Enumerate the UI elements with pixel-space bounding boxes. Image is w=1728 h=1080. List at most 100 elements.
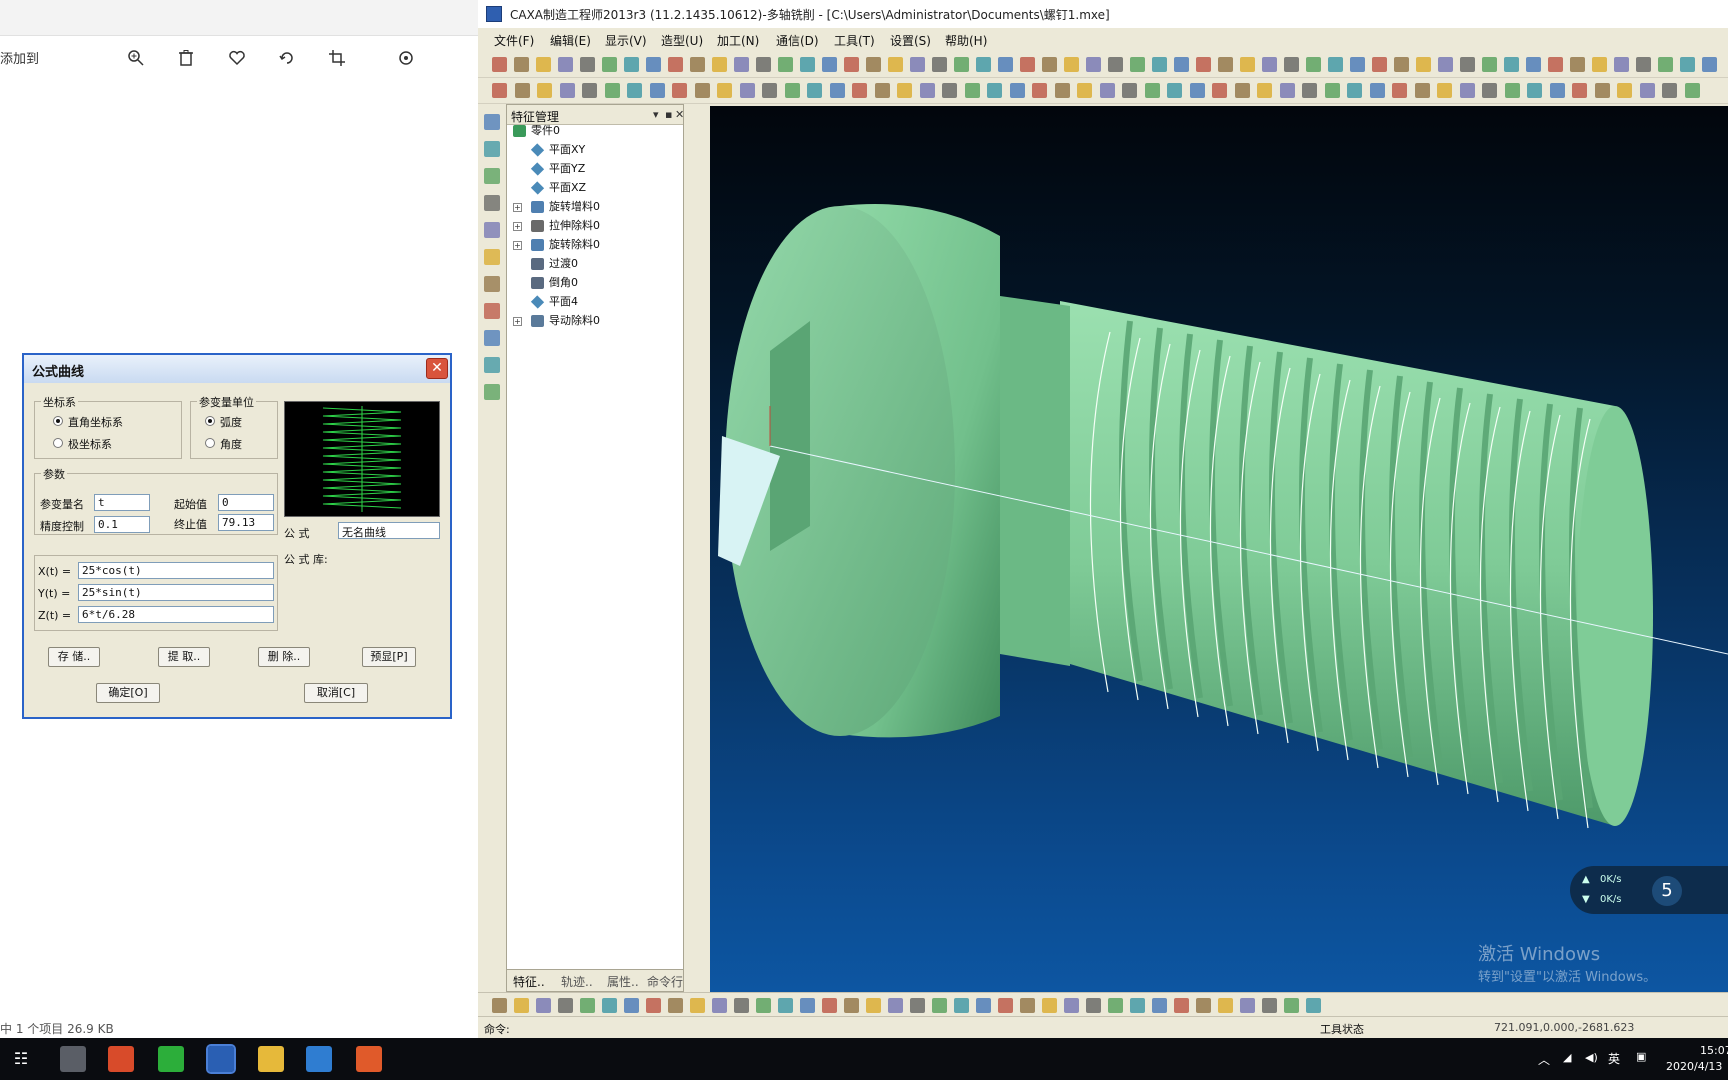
toolbar-button-icon[interactable] — [1438, 57, 1453, 72]
left-tool-icon[interactable] — [484, 249, 500, 265]
toolbar-button-icon[interactable] — [866, 998, 881, 1013]
toolbar-button-icon[interactable] — [829, 83, 845, 98]
menu-tools[interactable]: 工具(T) — [834, 32, 875, 49]
menu-settings[interactable]: 设置(S) — [890, 32, 931, 49]
clock-time[interactable]: 15:07 — [1700, 1044, 1728, 1057]
toolbar-button-icon[interactable] — [1350, 57, 1365, 72]
toolbar-button-icon[interactable] — [822, 57, 837, 72]
task-view-icon[interactable]: ☷ — [8, 1046, 34, 1072]
radio-cartesian[interactable] — [53, 416, 63, 426]
toolbar-button-icon[interactable] — [800, 998, 815, 1013]
toolbar-button-icon[interactable] — [646, 57, 661, 72]
toolbar-button-icon[interactable] — [1144, 83, 1160, 98]
toolbar-button-icon[interactable] — [852, 83, 867, 98]
toolbar-button-icon[interactable] — [1174, 998, 1189, 1013]
toolbar-button-icon[interactable] — [1394, 57, 1409, 72]
tree-node[interactable]: 平面XY — [530, 142, 585, 158]
toolbar-button-icon[interactable] — [690, 57, 705, 72]
toolbar-button-icon[interactable] — [998, 57, 1013, 72]
radio-radian[interactable] — [205, 416, 215, 426]
toolbar-button-icon[interactable] — [580, 998, 595, 1013]
toolbar-button-icon[interactable] — [1218, 57, 1233, 72]
menu-modeling[interactable]: 造型(U) — [661, 32, 703, 49]
toolbar-button-icon[interactable] — [1130, 998, 1145, 1013]
toolbar-button-icon[interactable] — [734, 57, 749, 72]
toolbar-button-icon[interactable] — [888, 57, 903, 72]
toolbar-button-icon[interactable] — [690, 998, 705, 1013]
toolbar-button-icon[interactable] — [1279, 83, 1295, 98]
toolbar-button-icon[interactable] — [1437, 83, 1452, 98]
toolbar-button-icon[interactable] — [784, 83, 800, 98]
toolbar-button-icon[interactable] — [1459, 83, 1475, 98]
more-icon[interactable] — [392, 44, 420, 72]
menu-help[interactable]: 帮助(H) — [945, 32, 987, 49]
zoom-in-icon[interactable] — [122, 44, 150, 72]
toolbar-button-icon[interactable] — [739, 83, 755, 98]
cancel-button[interactable]: 取消[C] — [304, 683, 368, 703]
toolbar-button-icon[interactable] — [604, 83, 620, 98]
toolbar-button-icon[interactable] — [717, 83, 732, 98]
tab-command-line[interactable]: 命令行 — [647, 973, 683, 990]
powerpoint-icon[interactable] — [108, 1046, 134, 1072]
photos-icon[interactable] — [306, 1046, 332, 1072]
tab-toolpaths[interactable]: 轨迹.. — [561, 973, 593, 990]
toolbar-button-icon[interactable] — [624, 57, 639, 72]
toolbar-button-icon[interactable] — [756, 998, 771, 1013]
toolbar-button-icon[interactable] — [514, 83, 530, 98]
toolbar-button-icon[interactable] — [1392, 83, 1407, 98]
toolbar-button-icon[interactable] — [1284, 998, 1299, 1013]
tree-node[interactable]: 过渡0 — [531, 256, 578, 272]
toolbar-button-icon[interactable] — [536, 57, 551, 72]
delete-icon[interactable] — [172, 44, 200, 72]
rotate-icon[interactable] — [273, 44, 301, 72]
toolbar-button-icon[interactable] — [1347, 83, 1362, 98]
toolbar-button-icon[interactable] — [910, 57, 925, 72]
toolbar-button-icon[interactable] — [558, 998, 573, 1013]
var-name-input[interactable]: t — [94, 494, 150, 511]
toolbar-button-icon[interactable] — [897, 83, 912, 98]
caxa-taskbar-icon[interactable] — [206, 1044, 236, 1074]
toolbar-button-icon[interactable] — [537, 83, 552, 98]
toolbar-button-icon[interactable] — [1548, 57, 1563, 72]
toolbar-button-icon[interactable] — [1639, 83, 1655, 98]
menu-edit[interactable]: 编辑(E) — [550, 32, 591, 49]
left-tool-icon[interactable] — [484, 357, 500, 373]
toolbar-button-icon[interactable] — [807, 83, 822, 98]
toolbar-button-icon[interactable] — [1284, 57, 1299, 72]
toolbar-button-icon[interactable] — [1054, 83, 1070, 98]
3d-viewport[interactable]: 激活 Windows 转到"设置"以激活 Windows。 ▲ 0K/s ▼ 0… — [710, 106, 1728, 992]
preview-button[interactable]: 预显[P] — [362, 647, 416, 667]
toolbar-button-icon[interactable] — [668, 998, 683, 1013]
toolbar-button-icon[interactable] — [1572, 83, 1587, 98]
tab-properties[interactable]: 属性.. — [607, 973, 639, 990]
left-tool-icon[interactable] — [484, 276, 500, 292]
toolbar-button-icon[interactable] — [1108, 998, 1123, 1013]
tree-node[interactable]: 平面4 — [530, 294, 578, 310]
menu-view[interactable]: 显示(V) — [605, 32, 647, 49]
toolbar-button-icon[interactable] — [1064, 998, 1079, 1013]
crop-icon[interactable] — [323, 44, 351, 72]
panel-dropdown-icon[interactable]: ▾ — [653, 108, 659, 121]
tree-node[interactable]: 旋转增料0 — [531, 199, 600, 215]
toolbar-button-icon[interactable] — [1617, 83, 1632, 98]
toolbar-button-icon[interactable] — [1020, 998, 1035, 1013]
toolbar-button-icon[interactable] — [624, 998, 639, 1013]
tree-expand-icon[interactable]: + — [513, 317, 522, 326]
toolbar-button-icon[interactable] — [888, 998, 903, 1013]
toolbar-button-icon[interactable] — [1130, 57, 1145, 72]
end-input[interactable]: 79.13 — [218, 514, 274, 531]
toolbar-button-icon[interactable] — [822, 998, 837, 1013]
toolbar-button-icon[interactable] — [1240, 998, 1255, 1013]
toolbar-button-icon[interactable] — [646, 998, 661, 1013]
toolbar-button-icon[interactable] — [1042, 998, 1057, 1013]
app-icon-2[interactable] — [356, 1046, 382, 1072]
toolbar-button-icon[interactable] — [1680, 57, 1695, 72]
tree-expand-icon[interactable]: + — [513, 203, 522, 212]
toolbar-button-icon[interactable] — [582, 83, 597, 98]
delete-button[interactable]: 删 除.. — [258, 647, 310, 667]
toolbar-button-icon[interactable] — [1262, 57, 1277, 72]
toolbar-button-icon[interactable] — [1086, 57, 1101, 72]
toolbar-button-icon[interactable] — [1212, 83, 1227, 98]
close-button[interactable]: ✕ — [426, 358, 448, 379]
radio-polar[interactable] — [53, 438, 63, 448]
